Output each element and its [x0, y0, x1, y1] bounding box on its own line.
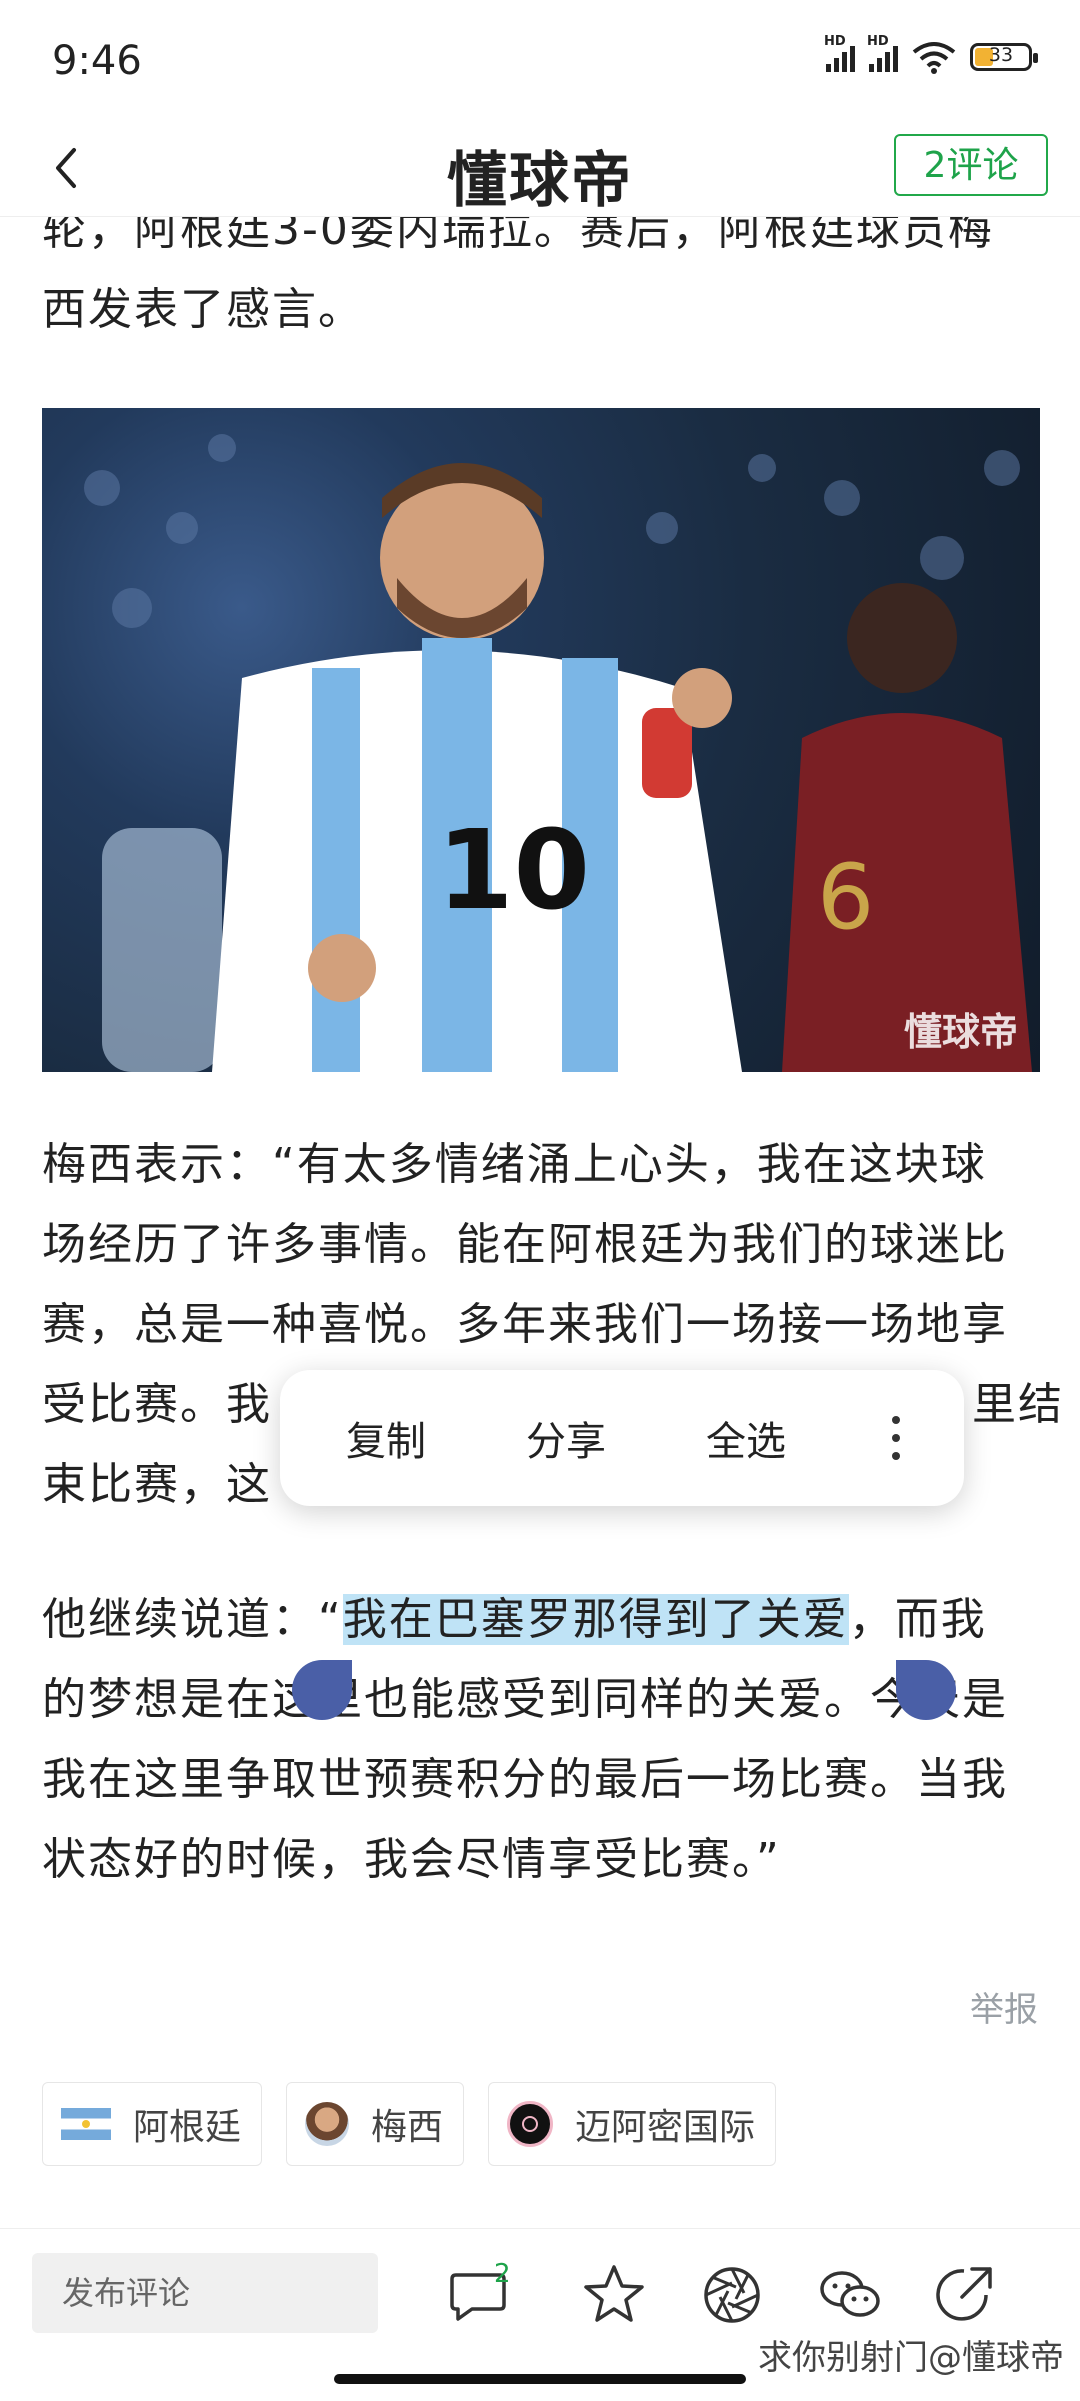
selection-handle-start[interactable] — [292, 1660, 352, 1720]
text-line: 我在这里争取世预赛积分的最后一场比赛。当我 — [42, 1754, 1008, 1805]
comments-button[interactable]: 2评论 — [894, 134, 1048, 196]
tag-list: 阿根廷 梅西 迈阿密国际 — [42, 2082, 777, 2166]
article-paragraph: 他继续说道：“我在巴塞罗那得到了关爱，而我 的梦想是在这里也能感受到同样的关爱。… — [42, 1580, 1042, 1900]
comment-input[interactable]: 发布评论 — [32, 2253, 378, 2333]
text-fragment: 里也能感受到同样的关爱。今 — [318, 1674, 916, 1725]
photo-illustration: 6 10 — [84, 434, 1032, 1072]
signal-icon: HD — [867, 34, 898, 72]
top-nav: 懂球帝 2评论 — [0, 120, 1080, 217]
battery-icon: 33 — [970, 43, 1038, 71]
text-fragment: 的梦想是在这 — [42, 1674, 318, 1725]
home-indicator[interactable] — [334, 2374, 746, 2384]
tag-label: 阿根廷 — [133, 2107, 242, 2148]
inter-miami-crest-icon — [507, 2101, 554, 2147]
comment-count-badge: 2 — [494, 2259, 511, 2289]
photo-watermark: 懂球帝 — [903, 1010, 1018, 1054]
text-fragment: ，而我 — [848, 1594, 987, 1645]
text-line: 状态好的时候，我会尽情享受比赛。” — [42, 1834, 781, 1885]
status-bar: 9:46 HD HD 33 — [0, 0, 1080, 120]
article-photo[interactable]: 6 10 懂球帝 — [42, 408, 1040, 1072]
text-selection-menu: 复制 分享 全选 — [280, 1370, 964, 1506]
svg-text:10: 10 — [437, 806, 590, 934]
selection-handle-end[interactable] — [896, 1660, 956, 1720]
text-line: 西发表了感言。 — [42, 284, 364, 335]
battery-level: 33 — [988, 44, 1014, 66]
text-fragment: 受比赛。我 — [42, 1379, 272, 1430]
status-icons: HD HD 33 — [824, 34, 1038, 74]
copy-button[interactable]: 复制 — [296, 1409, 476, 1467]
wechat-icon[interactable] — [814, 2259, 886, 2331]
report-link[interactable]: 举报 — [970, 1982, 1038, 2031]
tag-label: 梅西 — [371, 2107, 444, 2148]
share-icon[interactable] — [928, 2259, 1000, 2331]
network-tag: HD — [867, 34, 889, 49]
text-fragment: 里结 — [972, 1379, 1064, 1430]
tag-messi[interactable]: 梅西 — [286, 2082, 465, 2166]
text-line: 他继续说道：“我在巴塞罗那得到了关爱，而我 — [42, 1580, 1042, 1660]
messi-avatar-icon — [305, 2102, 350, 2146]
screenshot-watermark: 求你别射门@懂球帝 — [758, 2338, 1064, 2378]
network-tag: HD — [824, 34, 846, 49]
star-icon[interactable] — [578, 2259, 650, 2331]
tag-inter-miami[interactable]: 迈阿密国际 — [488, 2082, 777, 2166]
wifi-icon — [912, 42, 956, 74]
select-all-button[interactable]: 全选 — [656, 1409, 836, 1467]
text-line: 赛，总是一种喜悦。多年来我们一场接一场地享 — [42, 1299, 1008, 1350]
text-fragment: 他继续说道：“ — [42, 1594, 343, 1645]
tag-argentina[interactable]: 阿根廷 — [42, 2082, 263, 2166]
selected-text[interactable]: 我在巴塞罗那得到了关爱 — [342, 1594, 849, 1645]
text-line: 场经历了许多事情。能在阿根廷为我们的球迷比 — [42, 1219, 1008, 1270]
argentina-flag-icon — [61, 2108, 111, 2140]
status-time: 9:46 — [52, 38, 142, 84]
moments-share-icon[interactable] — [696, 2259, 768, 2331]
tag-label: 迈阿密国际 — [575, 2107, 756, 2148]
more-options-icon[interactable] — [836, 1416, 956, 1460]
text-line: 梅西表示：“有太多情绪涌上心头，我在这块球 — [42, 1139, 987, 1190]
text-line: 的梦想是在这里也能感受到同样的关爱。今天是 — [42, 1660, 1042, 1740]
share-button[interactable]: 分享 — [476, 1409, 656, 1467]
svg-text:6: 6 — [817, 845, 874, 950]
signal-icon: HD — [824, 34, 855, 72]
